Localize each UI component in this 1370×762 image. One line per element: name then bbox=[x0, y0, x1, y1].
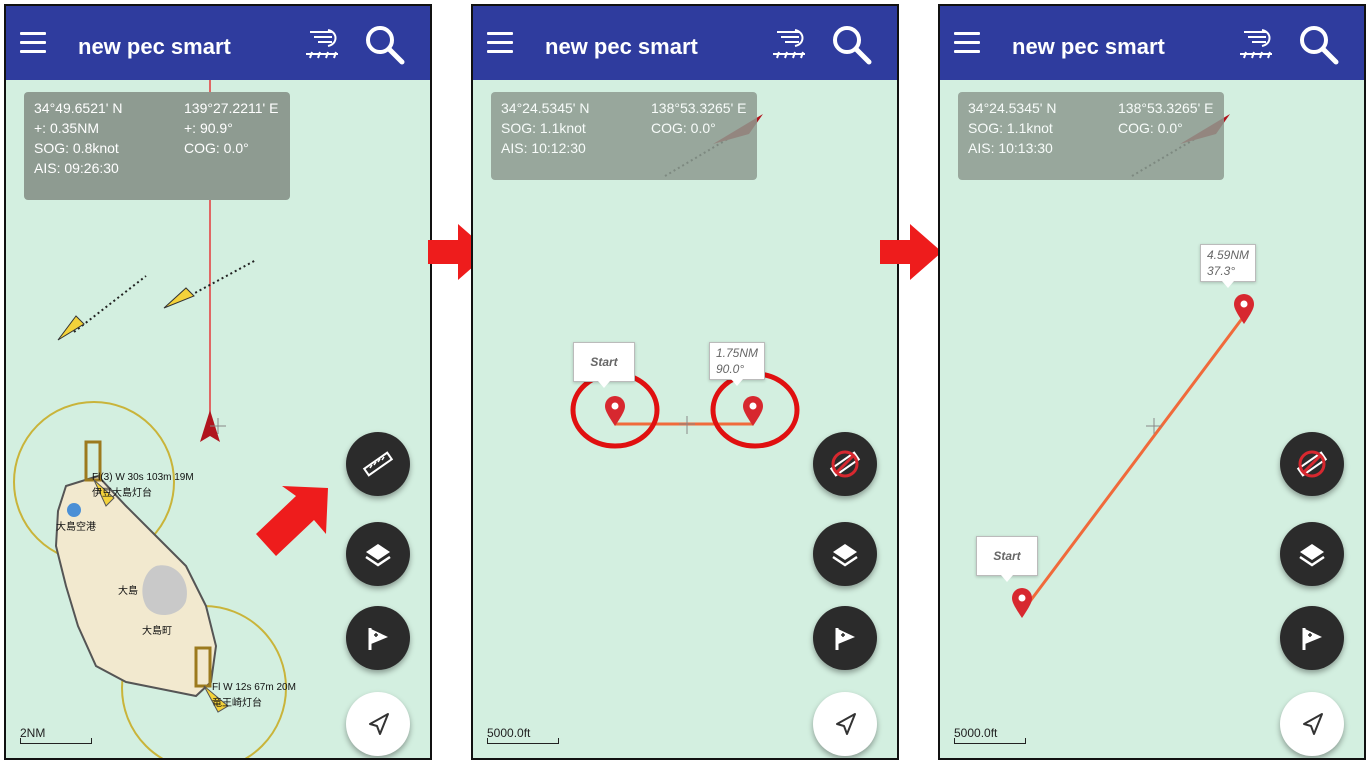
light-name: 伊豆大島灯台 bbox=[92, 488, 152, 499]
cursor-bearing: +: 90.9° bbox=[184, 120, 233, 136]
distance-label: 4.59NM 37.3° bbox=[1200, 244, 1256, 288]
start-label: Start bbox=[976, 536, 1038, 582]
light-label: Fl W 12s 67m 20M bbox=[212, 682, 296, 693]
flag-icon bbox=[1302, 628, 1322, 650]
cog-value: COG: 0.0° bbox=[651, 120, 716, 136]
bearing-value: 90.0° bbox=[716, 362, 745, 376]
sog-value: SOG: 1.1knot bbox=[501, 120, 586, 136]
layers-button[interactable] bbox=[813, 522, 877, 586]
longitude: 139°27.2211' E bbox=[184, 100, 279, 116]
menu-icon[interactable] bbox=[20, 32, 46, 54]
distance-value: 1.75NM bbox=[716, 346, 759, 360]
search-icon[interactable] bbox=[362, 22, 406, 66]
ruler-off-button[interactable] bbox=[813, 432, 877, 496]
scale-line bbox=[20, 738, 92, 744]
cog-value: COG: 0.0° bbox=[1118, 120, 1183, 136]
step-arrow bbox=[880, 224, 942, 280]
navigate-icon bbox=[836, 713, 856, 735]
app-bar: new pec smart bbox=[6, 6, 430, 80]
position-info-panel: 34°24.5345' N 138°53.3265' E SOG: 1.1knot… bbox=[491, 92, 757, 180]
ruler-icon bbox=[362, 451, 394, 477]
tide-icon[interactable] bbox=[1236, 24, 1276, 64]
tide-icon[interactable] bbox=[769, 24, 809, 64]
scale-line bbox=[487, 738, 559, 744]
longitude: 138°53.3265' E bbox=[1118, 100, 1214, 116]
app-bar: new pec smart bbox=[473, 6, 897, 80]
start-pin bbox=[1012, 588, 1032, 618]
layers-icon bbox=[365, 544, 391, 567]
light-label: Fl(3) W 30s 103m 19M bbox=[92, 472, 194, 483]
app-title: new pec smart bbox=[545, 34, 698, 59]
tide-icon[interactable] bbox=[302, 24, 342, 64]
town-label: 大島町 bbox=[142, 626, 172, 637]
app-bar: new pec smart bbox=[940, 6, 1364, 80]
scale-bar: 5000.0ft bbox=[487, 726, 559, 744]
longitude: 138°53.3265' E bbox=[651, 100, 747, 116]
screen-1: Fl(3) W 30s 103m 19M 伊豆大島灯台 大島空港 大島 大島町 … bbox=[4, 4, 432, 760]
latitude: 34°24.5345' N bbox=[968, 100, 1057, 116]
flag-icon bbox=[835, 628, 855, 650]
sog-value: SOG: 1.1knot bbox=[968, 120, 1053, 136]
latitude: 34°49.6521' N bbox=[34, 100, 123, 116]
end-pin bbox=[743, 396, 763, 426]
measure-line bbox=[1020, 315, 1246, 613]
search-icon[interactable] bbox=[829, 22, 873, 66]
layers-button[interactable] bbox=[1280, 522, 1344, 586]
start-label: Start bbox=[573, 342, 635, 388]
island-label: 大島 bbox=[118, 586, 138, 597]
navigate-button[interactable] bbox=[1280, 692, 1344, 756]
airport-label: 大島空港 bbox=[56, 522, 96, 533]
layers-icon bbox=[1299, 544, 1325, 567]
scale-bar: 2NM bbox=[20, 726, 92, 744]
ruler-button[interactable] bbox=[346, 432, 410, 496]
distance-value: 4.59NM bbox=[1207, 248, 1250, 262]
scale-line bbox=[954, 738, 1026, 744]
ruler-off-icon bbox=[829, 450, 861, 478]
ais-vector bbox=[73, 275, 147, 333]
flag-icon bbox=[368, 628, 388, 650]
screen-3: Start 4.59NM 37.3° new pec smart 34°24.5… bbox=[938, 4, 1366, 760]
ruler-off-button[interactable] bbox=[1280, 432, 1344, 496]
search-icon[interactable] bbox=[1296, 22, 1340, 66]
screen-2: Start 1.75NM 90.0° new pec smart 34°24.5… bbox=[471, 4, 899, 760]
ais-time: AIS: 10:13:30 bbox=[968, 140, 1053, 156]
ais-vector bbox=[181, 259, 257, 301]
menu-icon[interactable] bbox=[487, 32, 513, 54]
app-title: new pec smart bbox=[78, 34, 231, 59]
ais-target-1 bbox=[57, 315, 85, 341]
cursor-distance: +: 0.35NM bbox=[34, 120, 99, 136]
navigate-icon bbox=[369, 713, 389, 735]
ais-target-2 bbox=[163, 287, 195, 309]
bearing-value: 37.3° bbox=[1207, 264, 1236, 278]
airport-icon bbox=[67, 503, 81, 517]
light-name: 竜王崎灯台 bbox=[212, 698, 262, 709]
ais-time: AIS: 10:12:30 bbox=[501, 140, 586, 156]
scale-bar: 5000.0ft bbox=[954, 726, 1026, 744]
flag-button[interactable] bbox=[813, 606, 877, 670]
pointer-arrow bbox=[256, 486, 328, 556]
navigate-icon bbox=[1303, 713, 1323, 735]
position-info-panel: 34°49.6521' N 139°27.2211' E +: 0.35NM +: … bbox=[24, 92, 290, 200]
position-info-panel: 34°24.5345' N 138°53.3265' E SOG: 1.1knot… bbox=[958, 92, 1224, 180]
start-pin bbox=[605, 396, 625, 426]
layers-button[interactable] bbox=[346, 522, 410, 586]
layers-icon bbox=[832, 544, 858, 567]
latitude: 34°24.5345' N bbox=[501, 100, 590, 116]
app-title: new pec smart bbox=[1012, 34, 1165, 59]
sog-value: SOG: 0.8knot bbox=[34, 140, 119, 156]
flag-button[interactable] bbox=[346, 606, 410, 670]
ais-time: AIS: 09:26:30 bbox=[34, 160, 119, 176]
ruler-off-icon bbox=[1296, 450, 1328, 478]
end-pin bbox=[1234, 294, 1254, 324]
flag-button[interactable] bbox=[1280, 606, 1344, 670]
menu-icon[interactable] bbox=[954, 32, 980, 54]
navigate-button[interactable] bbox=[813, 692, 877, 756]
distance-label: 1.75NM 90.0° bbox=[709, 342, 765, 386]
navigate-button[interactable] bbox=[346, 692, 410, 756]
cog-value: COG: 0.0° bbox=[184, 140, 249, 156]
